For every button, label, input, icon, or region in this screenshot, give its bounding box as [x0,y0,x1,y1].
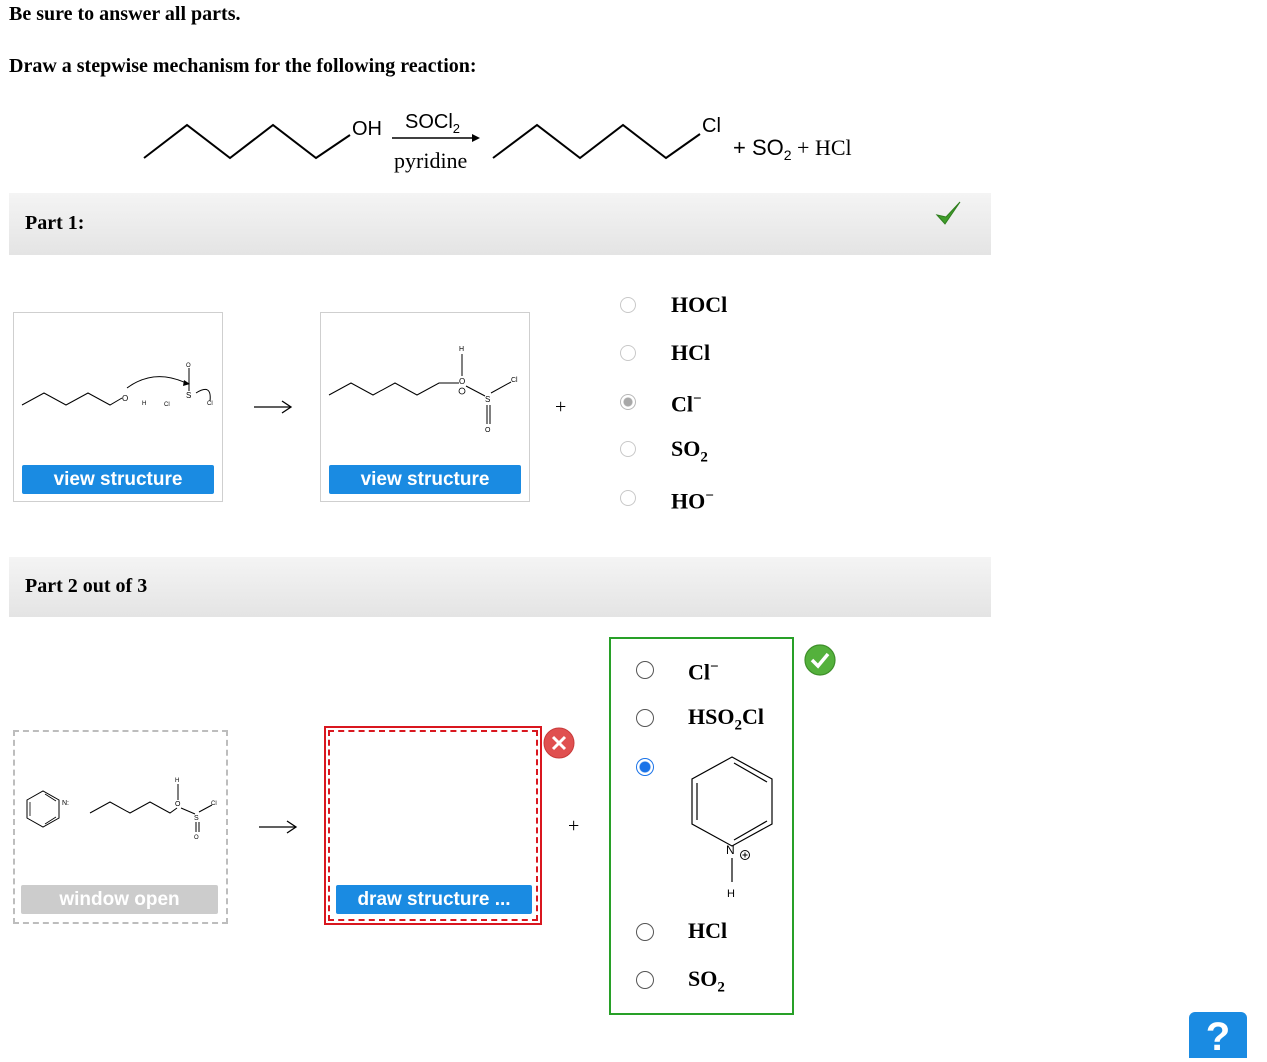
part2-option-hso2cl-label: HSO2Cl [688,704,764,734]
reaction-scheme: OH SOCl2 pyridine Cl + SO2 + HCl [143,111,852,173]
part2-option-chloride-label: Cl− [688,659,719,685]
part1-option-so2-label: SO2 [671,436,708,466]
reaction-arrow [259,820,298,834]
svg-text:Cl: Cl [164,402,170,408]
structure-drawing: N: H O S Cl O [26,778,217,841]
part2-option-hso2cl-radio[interactable] [636,709,654,727]
part2-option-so2-radio[interactable] [636,971,654,989]
pyridinium-n-label: N [726,843,735,857]
reaction-arrow [254,400,293,414]
view-structure-button[interactable]: view structure [329,465,521,494]
svg-text:N:: N: [62,800,69,807]
part1-title: Part 1: [25,212,85,234]
part2-draw-area[interactable]: draw structure ... [324,726,542,925]
part2-option-hcl-radio[interactable] [636,923,654,941]
svg-text:H: H [175,778,179,784]
part1-option-chloride-radio[interactable] [620,394,636,410]
part2-title: Part 2 out of 3 [25,575,148,597]
svg-text:O: O [186,363,191,369]
pyridinium-structure: N H [691,756,773,900]
structure-drawing: O H S O Cl Cl [21,363,213,408]
part1-option-hocl-label: HOCl [671,292,728,317]
part1-option-chloride-label: Cl− [671,391,702,417]
product-cl-label: Cl [702,115,721,137]
structure-drawing: H O S Cl O [328,346,518,434]
byproducts: + SO2 + HCl [733,135,852,163]
svg-text:O: O [485,427,491,434]
part2-header: Part 2 out of 3 [9,557,991,617]
svg-text:Cl: Cl [207,401,213,407]
part1-option-hcl-radio[interactable] [620,345,636,361]
part1-option-hydroxide-label: HO− [671,488,714,514]
svg-text:S: S [194,815,199,822]
svg-text:Cl: Cl [511,377,518,384]
svg-text:H: H [459,346,464,353]
svg-text:O: O [175,801,181,808]
draw-structure-button[interactable]: draw structure ... [336,885,532,914]
part2-structure-left: N: H O S Cl O window open [13,730,228,924]
incorrect-x-icon [543,727,575,759]
part1-option-so2-radio[interactable] [620,441,636,457]
plus-sign: + [555,396,567,418]
checkmark-icon [935,201,961,225]
instruction-answer-all: Be sure to answer all parts. [9,3,241,25]
help-button[interactable]: ? [1189,1012,1247,1059]
part2-option-so2-label: SO2 [688,966,725,996]
part1-option-hydroxide-radio[interactable] [620,490,636,506]
part1-structure-left: O H S O Cl Cl view structure [13,312,223,502]
svg-text:O: O [459,377,465,386]
reagent-pyridine: pyridine [394,148,467,173]
svg-text:H: H [142,401,146,407]
svg-text:S: S [485,395,490,404]
part1-structure-right: H O S Cl O view structure [320,312,530,502]
part2-option-hcl-label: HCl [688,918,728,943]
part1-option-hocl-radio[interactable] [620,297,636,313]
part2-option-pyridinium-radio[interactable] [636,758,654,776]
part2-option-chloride-radio[interactable] [636,661,654,679]
correct-check-icon [804,644,836,676]
plus-sign: + [568,815,580,837]
svg-text:Cl: Cl [211,801,217,807]
window-open-button: window open [21,885,218,914]
svg-text:S: S [186,391,191,400]
svg-text:O: O [194,835,199,841]
pyridinium-h-label: H [727,888,735,900]
instruction-draw-mechanism: Draw a stepwise mechanism for the follow… [9,55,477,77]
reactant-oh-label: OH [352,118,382,140]
svg-text:O: O [122,394,128,403]
part1-header: Part 1: [9,193,991,255]
view-structure-button[interactable]: view structure [22,465,214,494]
part1-option-hcl-label: HCl [671,340,711,365]
reagent-socl2: SOCl2 [405,111,460,136]
